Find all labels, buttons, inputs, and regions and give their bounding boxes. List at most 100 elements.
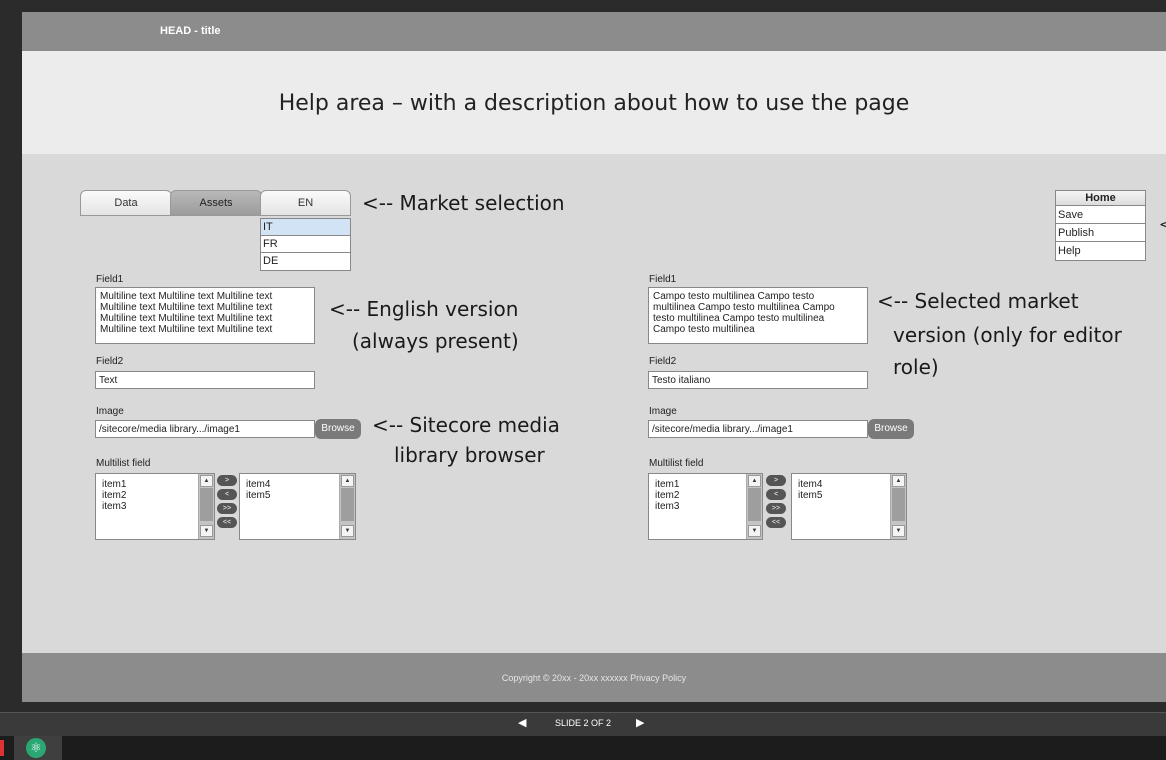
text-line: Multiline text Multiline text Multiline … [100,313,273,324]
tab-data[interactable]: Data [80,190,172,216]
scroll-down-icon[interactable]: ▼ [748,525,761,537]
home-menu: Home Save Publish Help [1055,190,1146,261]
language-option-de[interactable]: DE [261,253,350,270]
en-image-label: Image [96,406,124,417]
move-left-button[interactable]: < [217,489,237,500]
list-items: item1 item2 item3 [102,479,126,512]
scroll-down-icon[interactable]: ▼ [892,525,905,537]
text-line: testo multilinea Campo testo multilinea [653,313,825,324]
scrollbar[interactable]: ▲ ▼ [198,474,214,539]
en-image-path-input[interactable]: /sitecore/media library.../image1 [95,420,315,438]
list-item[interactable]: item3 [102,501,126,512]
scroll-down-icon[interactable]: ▼ [341,525,354,537]
list-items: item4 item5 [246,479,270,501]
scroll-up-icon[interactable]: ▲ [892,475,905,487]
language-dropdown[interactable]: EN [260,190,351,216]
menu-item-help[interactable]: Help [1056,242,1145,260]
list-items: item1 item2 item3 [655,479,679,512]
list-items: item4 item5 [798,479,822,501]
it-image-label: Image [649,406,677,417]
scroll-down-icon[interactable]: ▼ [200,525,213,537]
footer-text: Copyright © 20xx - 20xx xxxxxx Privacy P… [501,673,687,683]
en-field2-input[interactable]: Text [95,371,315,389]
annotation-sitecore: <-- Sitecore media [372,413,560,437]
it-multilist-selected[interactable]: item4 item5 ▲ ▼ [791,473,907,540]
move-all-left-button[interactable]: << [766,517,786,528]
annotation-selected-2: version (only for editor [893,323,1122,347]
annotation-english: <-- English version [329,297,519,321]
en-multilist-available[interactable]: item1 item2 item3 ▲ ▼ [95,473,215,540]
annotation-sitecore-sub: library browser [394,443,545,467]
head-bar: HEAD - title [22,12,1166,51]
head-title: HEAD - title [160,25,221,37]
text-line: Multiline text Multiline text Multiline … [100,291,273,302]
move-all-right-button[interactable]: >> [766,503,786,514]
list-item[interactable]: item2 [655,490,679,501]
list-item[interactable]: item5 [798,490,822,501]
screen: HEAD - title Help area – with a descript… [0,0,1166,760]
scrollbar[interactable]: ▲ ▼ [746,474,762,539]
text-line: Campo testo multilinea [653,324,755,335]
it-field2-input[interactable]: Testo italiano [648,371,868,389]
move-right-button[interactable]: > [217,475,237,486]
list-item[interactable]: item5 [246,490,270,501]
it-field2-label: Field2 [649,356,677,367]
atom-icon: ⚛ [26,738,46,758]
home-menu-title: Home [1056,191,1145,206]
scroll-up-icon[interactable]: ▲ [748,475,761,487]
tab-assets[interactable]: Assets [170,190,262,216]
it-field1-label: Field1 [649,274,677,285]
text-line: Multiline text Multiline text Multiline … [100,324,273,335]
menu-item-save[interactable]: Save [1056,206,1145,224]
list-item[interactable]: item1 [102,479,126,490]
annotation-market: <-- Market selection [362,191,565,215]
text-line: Multiline text Multiline text Multiline … [100,302,273,313]
en-field1-textarea[interactable]: Multiline text Multiline text Multiline … [95,287,315,344]
scrollbar[interactable]: ▲ ▼ [890,474,906,539]
annotation-menu-edge: < [1159,217,1166,233]
it-multilist-available[interactable]: item1 item2 item3 ▲ ▼ [648,473,763,540]
move-all-right-button[interactable]: >> [217,503,237,514]
help-text: Help area – with a description about how… [278,91,910,116]
en-field1-label: Field1 [96,274,124,285]
scroll-up-icon[interactable]: ▲ [341,475,354,487]
list-item[interactable]: item3 [655,501,679,512]
slideshow-bar: ◀ SLIDE 2 OF 2 ▶ [0,712,1166,736]
scroll-thumb[interactable] [341,488,354,521]
scroll-thumb[interactable] [892,488,905,521]
menu-item-publish[interactable]: Publish [1056,224,1145,242]
en-field2-label: Field2 [96,356,124,367]
en-multilist-selected[interactable]: item4 item5 ▲ ▼ [239,473,356,540]
it-multilist-label: Multilist field [649,458,704,469]
annotation-selected-3: role) [893,355,939,379]
text-line: Campo testo multilinea Campo testo [653,291,815,302]
scroll-thumb[interactable] [200,488,213,521]
list-item[interactable]: item2 [102,490,126,501]
annotation-selected: <-- Selected market [877,289,1079,313]
language-option-it[interactable]: IT [261,219,350,236]
language-option-fr[interactable]: FR [261,236,350,253]
it-image-path-input[interactable]: /sitecore/media library.../image1 [648,420,868,438]
move-all-left-button[interactable]: << [217,517,237,528]
text-line: multilinea Campo testo multilinea Campo [653,302,835,313]
list-item[interactable]: item1 [655,479,679,490]
move-left-button[interactable]: < [766,489,786,500]
annotation-english-sub: (always present) [352,329,519,353]
next-slide-icon[interactable]: ▶ [636,716,644,729]
move-right-button[interactable]: > [766,475,786,486]
scrollbar[interactable]: ▲ ▼ [339,474,355,539]
list-item[interactable]: item4 [798,479,822,490]
list-item[interactable]: item4 [246,479,270,490]
en-multilist-label: Multilist field [96,458,151,469]
scroll-up-icon[interactable]: ▲ [200,475,213,487]
en-browse-button[interactable]: Browse [315,419,361,439]
it-browse-button[interactable]: Browse [868,419,914,439]
slide-canvas: HEAD - title Help area – with a descript… [22,12,1166,702]
taskbar-app-icon-partial[interactable] [0,740,4,756]
taskbar [0,736,1166,760]
scroll-thumb[interactable] [748,488,761,521]
language-options: IT FR DE [260,218,351,271]
it-field1-textarea[interactable]: Campo testo multilinea Campo testo multi… [648,287,868,344]
footer-bar: Copyright © 20xx - 20xx xxxxxx Privacy P… [22,653,1166,702]
help-area: Help area – with a description about how… [22,51,1166,154]
